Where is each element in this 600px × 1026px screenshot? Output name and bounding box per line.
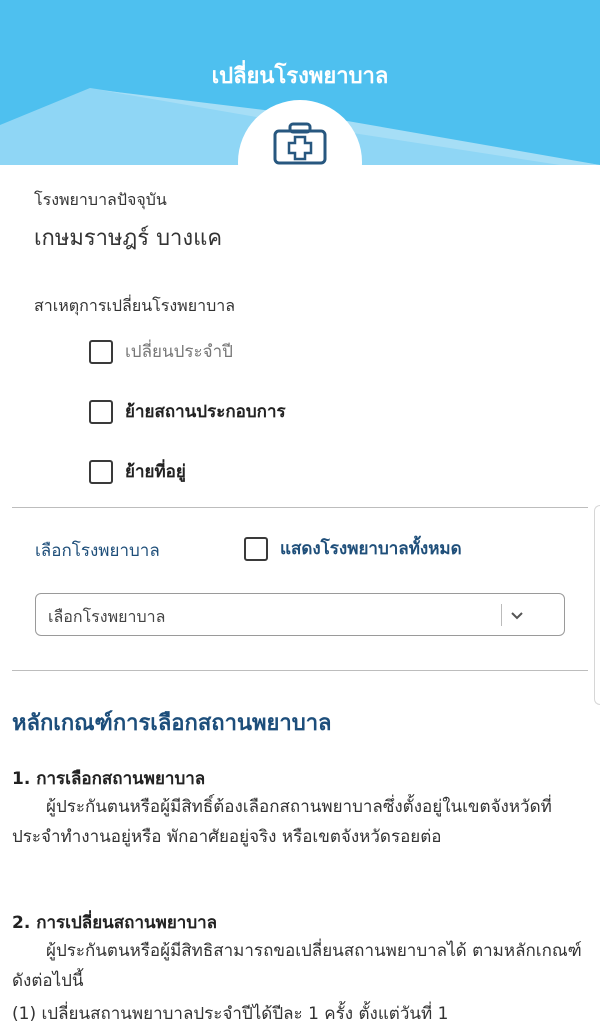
rule-heading: 2. การเปลี่ยนสถานพยาบาล: [12, 913, 218, 933]
dropdown-separator: [501, 604, 502, 626]
reason-option-annual[interactable]: เปลี่ยนประจำปี: [89, 338, 233, 365]
rules-title: หลักเกณฑ์การเลือกสถานพยาบาล: [12, 711, 332, 736]
reason-option-move-address[interactable]: ย้ายที่อยู่: [89, 458, 186, 485]
chevron-down-icon[interactable]: [510, 602, 524, 628]
dropdown-value: เลือกโรงพยาบาล: [48, 607, 166, 626]
reason-option-move-workplace[interactable]: ย้ายสถานประกอบการ: [89, 398, 286, 425]
reason-option-label: ย้ายที่อยู่: [125, 462, 186, 482]
header: เปลี่ยนโรงพยาบาล: [0, 0, 600, 165]
hospital-select-dropdown[interactable]: เลือกโรงพยาบาล: [35, 593, 565, 636]
rule-body: ผู้ประกันตนหรือผู้มีสิทธิสามารถขอเปลี่ยน…: [12, 941, 582, 991]
scrollbar-hint[interactable]: [594, 505, 600, 705]
rule-list-item: (1) เปลี่ยนสถานพยาบาลประจำปีได้ปีละ 1 คร…: [12, 1004, 449, 1024]
show-all-hospitals-toggle[interactable]: แสดงโรงพยาบาลทั้งหมด: [244, 535, 462, 562]
rule-body: ผู้ประกันตนหรือผู้มีสิทธิ์ต้องเลือกสถานพ…: [12, 797, 552, 847]
checkbox[interactable]: [89, 339, 113, 364]
page-title: เปลี่ยนโรงพยาบาล: [211, 64, 389, 89]
rule-heading: 1. การเลือกสถานพยาบาล: [12, 769, 206, 789]
current-hospital-label: โรงพยาบาลปัจจุบัน: [34, 190, 167, 209]
divider: [12, 670, 588, 671]
checkbox[interactable]: [89, 399, 113, 424]
divider: [12, 507, 588, 508]
select-hospital-label: เลือกโรงพยาบาล: [35, 541, 160, 561]
reason-option-label: เปลี่ยนประจำปี: [125, 342, 233, 362]
change-reason-label: สาเหตุการเปลี่ยนโรงพยาบาล: [34, 296, 236, 315]
current-hospital-name: เกษมราษฎร์ บางแค: [34, 226, 223, 251]
checkbox[interactable]: [89, 459, 113, 484]
show-all-label: แสดงโรงพยาบาลทั้งหมด: [280, 539, 462, 559]
show-all-checkbox[interactable]: [244, 536, 268, 561]
reason-option-label: ย้ายสถานประกอบการ: [125, 402, 286, 422]
medical-kit-icon: [273, 122, 327, 165]
